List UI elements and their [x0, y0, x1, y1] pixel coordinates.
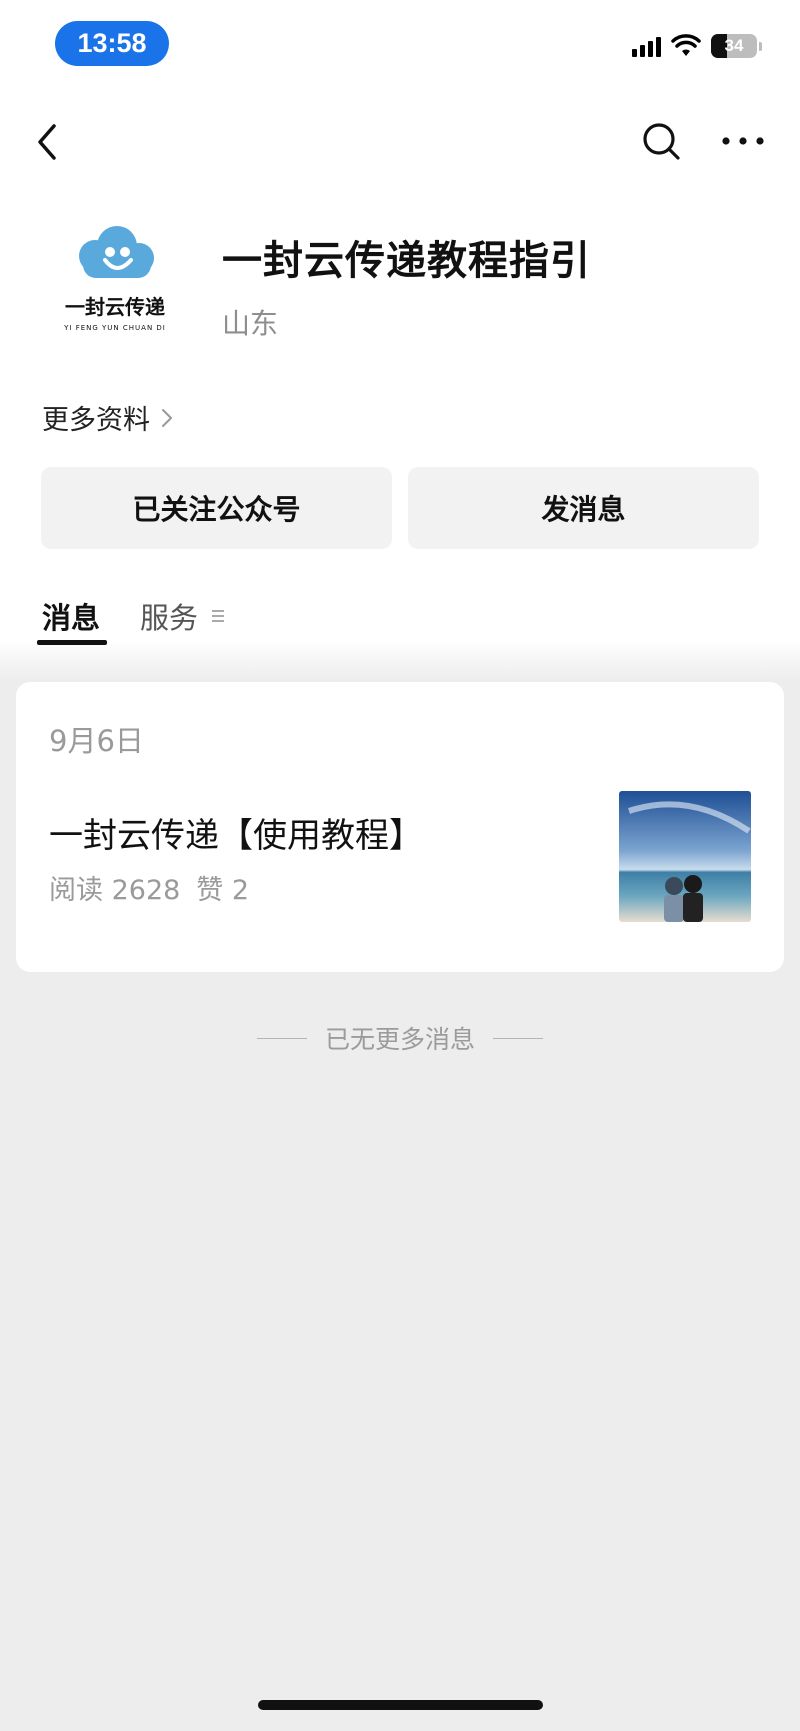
send-message-button[interactable]: 发消息 [408, 467, 759, 549]
active-tab-indicator [37, 640, 107, 645]
tab-messages[interactable]: 消息 [42, 595, 100, 637]
signal-icon [632, 35, 661, 57]
message-card: 9月6日 一封云传递【使用教程】 阅读 2628 赞 2 [16, 682, 784, 972]
account-name: 一封云传递教程指引 [222, 238, 591, 284]
battery-level: 34 [724, 36, 744, 55]
chevron-left-icon[interactable] [28, 118, 68, 166]
chevron-right-icon [162, 408, 172, 427]
status-icons: 34 [632, 34, 762, 58]
article-title[interactable]: 一封云传递【使用教程】 [49, 808, 423, 857]
battery-tip [759, 41, 762, 51]
battery-icon: 34 [711, 34, 757, 58]
wifi-icon [671, 34, 701, 56]
more-info-link[interactable]: 更多资料 [42, 398, 174, 437]
tab-services-label: 服务 [140, 601, 199, 635]
home-indicator[interactable] [258, 1700, 543, 1710]
divider-right [493, 1037, 543, 1039]
cloud-icon [79, 226, 154, 278]
article-thumbnail[interactable] [619, 791, 751, 922]
menu-icon [212, 610, 225, 622]
article-reads: 阅读 2628 [49, 875, 181, 906]
more-dots-icon[interactable] [718, 126, 768, 156]
more-info-label: 更多资料 [42, 405, 150, 436]
article-meta: 阅读 2628 赞 2 [49, 868, 249, 907]
logo-subtext: YI FENG YUN CHUAN DI [63, 324, 166, 332]
divider-left [256, 1037, 307, 1039]
article-likes: 赞 2 [196, 875, 250, 906]
tab-services[interactable]: 服务 [140, 595, 225, 637]
account-logo: 一封云传递 YI FENG YUN CHUAN DI [63, 226, 166, 332]
end-of-messages: 已无更多消息 [0, 1020, 800, 1056]
end-text: 已无更多消息 [324, 1025, 475, 1054]
status-time: 13:58 [55, 21, 169, 66]
logo-text: 一封云传递 [65, 295, 165, 319]
followed-button[interactable]: 已关注公众号 [41, 467, 392, 549]
search-icon[interactable] [638, 118, 686, 166]
account-region: 山东 [222, 307, 279, 340]
message-date: 9月6日 [49, 724, 144, 758]
